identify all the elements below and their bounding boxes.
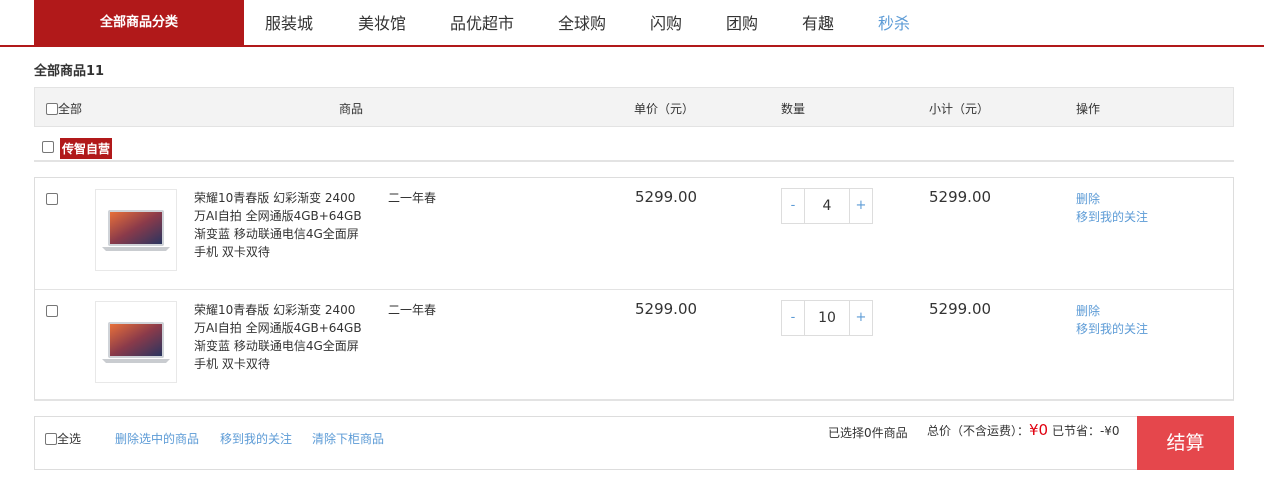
item-checkbox[interactable] (46, 305, 58, 317)
header-product: 商品 (339, 102, 364, 116)
nav-link-supermarket[interactable]: 品优超市 (450, 0, 514, 45)
unit-price: 5299.00 (635, 188, 698, 206)
move-to-favorites-link[interactable]: 移到我的关注 (220, 430, 292, 447)
cart-item-row: 荣耀10青春版 幻彩渐变 2400万AI自拍 全网通版4GB+64GB 渐变蓝 … (35, 289, 1233, 400)
product-image[interactable] (95, 189, 177, 271)
item-subtotal: 5299.00 (929, 300, 992, 318)
item-actions: 删除 移到我的关注 (1076, 302, 1148, 338)
quantity-input[interactable]: 4 (805, 189, 849, 223)
move-to-favorites-link[interactable]: 移到我的关注 (1076, 320, 1148, 338)
nav-link-flash[interactable]: 闪购 (650, 0, 682, 45)
total-price: ¥0 (1029, 421, 1049, 439)
header-actions: 操作 (1076, 102, 1101, 116)
increase-button[interactable]: + (849, 301, 872, 335)
laptop-icon (102, 210, 170, 251)
saved-value: -¥0 (1099, 424, 1120, 438)
laptop-icon (102, 322, 170, 363)
nav-link-fun[interactable]: 有趣 (802, 0, 834, 45)
header-subtotal: 小计（元） (929, 102, 990, 116)
item-checkbox[interactable] (46, 193, 58, 205)
cart-footer: 全选 删除选中的商品 移到我的关注 清除下柜商品 已选择0件商品 总价（不含运费… (34, 416, 1234, 470)
product-property: 二一年春 (388, 303, 437, 317)
divider (34, 160, 1234, 162)
nav-link-seckill[interactable]: 秒杀 (878, 0, 910, 45)
cart-item-row: 荣耀10青春版 幻彩渐变 2400万AI自拍 全网通版4GB+64GB 渐变蓝 … (35, 178, 1233, 289)
saved-label: 已节省： (1051, 424, 1100, 438)
shop-checkbox[interactable] (42, 141, 54, 153)
select-all-label: 全部 (58, 102, 83, 116)
select-all-header[interactable]: 全部 (46, 100, 82, 117)
select-all-checkbox[interactable] (46, 103, 58, 115)
cart-table-header: 全部 商品 单价（元） 数量 小计（元） 操作 (34, 87, 1234, 127)
increase-button[interactable]: + (849, 189, 872, 223)
cart-count-title: 全部商品11 (34, 64, 105, 79)
product-title[interactable]: 荣耀10青春版 幻彩渐变 2400万AI自拍 全网通版4GB+64GB 渐变蓝 … (194, 301, 364, 373)
footer-select-all-label: 全选 (57, 432, 82, 446)
total-label: 总价（不含运费）： (927, 424, 1030, 438)
product-image[interactable] (95, 301, 177, 383)
decrease-button[interactable]: - (782, 301, 805, 335)
move-to-favorites-link[interactable]: 移到我的关注 (1076, 208, 1148, 226)
cart-items: 荣耀10青春版 幻彩渐变 2400万AI自拍 全网通版4GB+64GB 渐变蓝 … (34, 177, 1234, 401)
decrease-button[interactable]: - (782, 189, 805, 223)
delete-selected-link[interactable]: 删除选中的商品 (115, 430, 199, 447)
footer-select-all-checkbox[interactable] (45, 433, 57, 445)
checkout-button[interactable]: 结算 (1137, 416, 1234, 470)
header-quantity: 数量 (781, 102, 806, 116)
nav-link-beauty[interactable]: 美妆馆 (358, 0, 406, 45)
header-unit-price: 单价（元） (634, 102, 695, 116)
unit-price: 5299.00 (635, 300, 698, 318)
all-categories-button[interactable]: 全部商品分类 (34, 0, 244, 45)
product-property: 二一年春 (388, 191, 437, 205)
footer-select-all[interactable]: 全选 (45, 430, 81, 447)
quantity-input[interactable]: 10 (805, 301, 849, 335)
clear-removed-link[interactable]: 清除下柜商品 (312, 430, 384, 447)
selected-count: 已选择0件商品 (828, 426, 908, 440)
nav-link-global[interactable]: 全球购 (558, 0, 606, 45)
quantity-stepper: - 4 + (781, 188, 873, 224)
top-nav: 全部商品分类 服装城 美妆馆 品优超市 全球购 闪购 团购 有趣 秒杀 (0, 0, 1264, 47)
total-summary: 总价（不含运费）：¥0 已节省：-¥0 (927, 421, 1120, 439)
delete-link[interactable]: 删除 (1076, 302, 1148, 320)
nav-link-group[interactable]: 团购 (726, 0, 758, 45)
item-subtotal: 5299.00 (929, 188, 992, 206)
item-actions: 删除 移到我的关注 (1076, 190, 1148, 226)
shop-name-badge: 传智自营 (60, 138, 113, 159)
product-title[interactable]: 荣耀10青春版 幻彩渐变 2400万AI自拍 全网通版4GB+64GB 渐变蓝 … (194, 189, 364, 261)
quantity-stepper: - 10 + (781, 300, 873, 336)
delete-link[interactable]: 删除 (1076, 190, 1148, 208)
nav-link-clothing[interactable]: 服装城 (265, 0, 313, 45)
